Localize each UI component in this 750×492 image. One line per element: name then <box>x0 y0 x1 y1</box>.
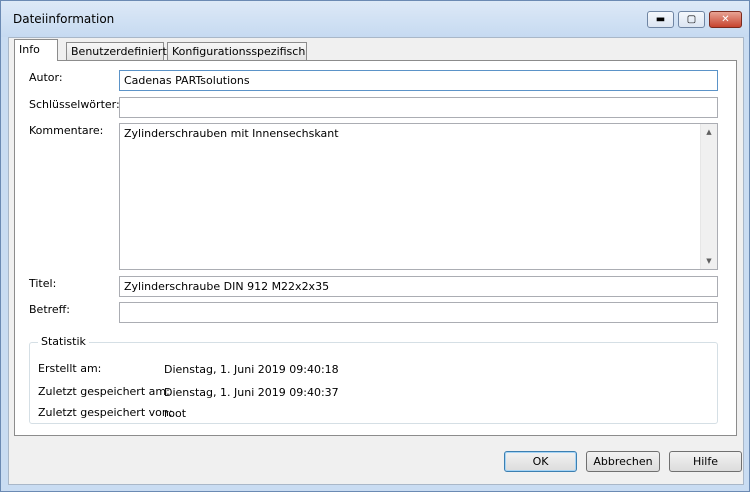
saved-label: Zuletzt gespeichert am: <box>38 385 170 398</box>
title-label: Titel: <box>29 277 57 290</box>
tab-konfigurationsspezifisch[interactable]: Konfigurationsspezifisch <box>167 42 307 60</box>
help-button[interactable]: Hilfe <box>669 451 742 472</box>
comments-text: Zylinderschrauben mit Innensechskant <box>124 127 339 140</box>
title-bar[interactable]: Dateiinformation ▬ ▢ ✕ <box>1 1 749 37</box>
statistics-group: Statistik Erstellt am: Dienstag, 1. Juni… <box>29 335 718 424</box>
dialog-window: Dateiinformation ▬ ▢ ✕ Info Benutzerdefi… <box>0 0 750 492</box>
keywords-label: Schlüsselwörter: <box>29 98 120 111</box>
comments-label: Kommentare: <box>29 124 104 137</box>
subject-label: Betreff: <box>29 303 70 316</box>
comments-scrollbar[interactable]: ▲ ▼ <box>700 124 717 269</box>
close-icon: ✕ <box>721 14 730 25</box>
window-title: Dateiinformation <box>13 12 115 26</box>
saved-by-label: Zuletzt gespeichert von: <box>38 406 173 419</box>
dialog-client-area: Info Benutzerdefiniert Konfigurationsspe… <box>8 37 744 485</box>
author-label: Autor: <box>29 71 63 84</box>
tab-benutzerdefiniert[interactable]: Benutzerdefiniert <box>66 42 167 60</box>
maximize-button[interactable]: ▢ <box>678 11 705 28</box>
title-input[interactable]: Zylinderschraube DIN 912 M22x2x35 <box>119 276 718 297</box>
created-value: Dienstag, 1. Juni 2019 09:40:18 <box>164 363 339 376</box>
maximize-icon: ▢ <box>686 14 697 25</box>
subject-input[interactable] <box>119 302 718 323</box>
info-panel: Autor: Cadenas PARTsolutions Schlüsselwö… <box>14 60 737 436</box>
created-label: Erstellt am: <box>38 362 102 375</box>
comments-textarea[interactable]: Zylinderschrauben mit Innensechskant ▲ ▼ <box>119 123 718 270</box>
statistics-caption: Statistik <box>38 335 89 348</box>
author-input[interactable]: Cadenas PARTsolutions <box>119 70 718 91</box>
scroll-down-icon[interactable]: ▼ <box>701 253 717 269</box>
saved-value: Dienstag, 1. Juni 2019 09:40:37 <box>164 386 339 399</box>
saved-by-value: root <box>164 407 187 420</box>
minimize-icon: ▬ <box>655 14 666 25</box>
minimize-button[interactable]: ▬ <box>647 11 674 28</box>
scroll-up-icon[interactable]: ▲ <box>701 124 717 140</box>
cancel-button[interactable]: Abbrechen <box>586 451 660 472</box>
tab-info[interactable]: Info <box>14 39 58 61</box>
ok-button[interactable]: OK <box>504 451 577 472</box>
close-button[interactable]: ✕ <box>709 11 742 28</box>
keywords-input[interactable] <box>119 97 718 118</box>
